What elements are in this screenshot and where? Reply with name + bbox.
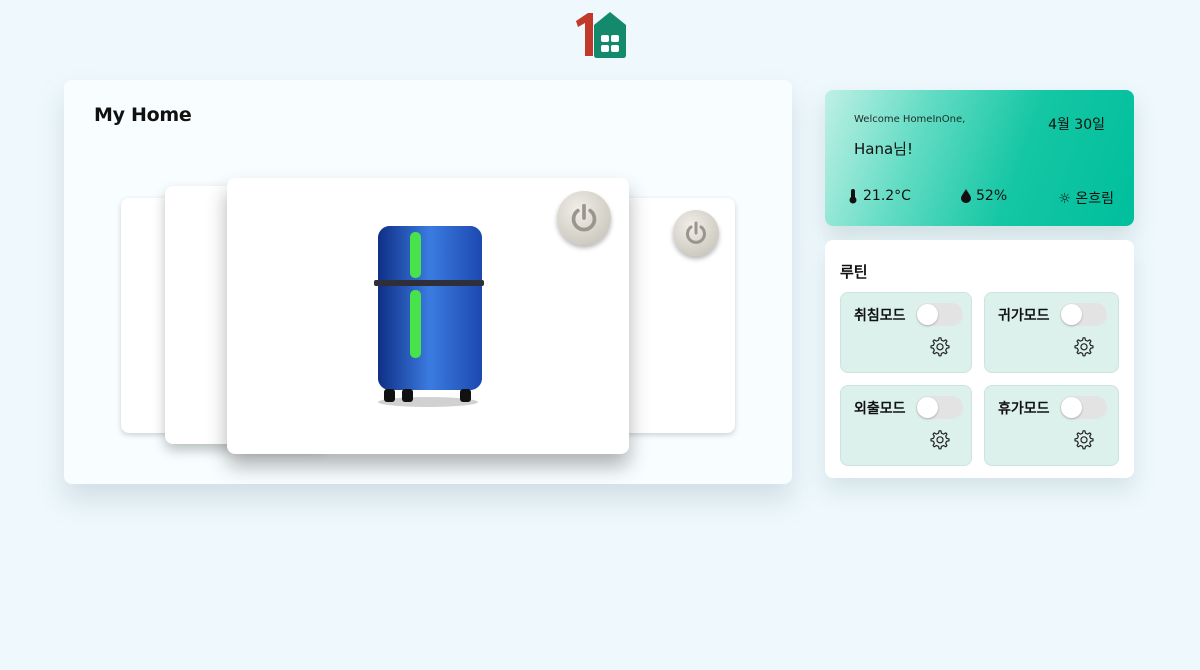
welcome-date: 4월 30일 [1048, 117, 1105, 133]
welcome-user-name: Hana님! [854, 140, 913, 158]
temperature-value: 21.2°C [863, 188, 911, 204]
my-home-title: My Home [94, 104, 192, 126]
device-card-selected[interactable] [227, 178, 629, 454]
thermometer-icon [849, 189, 857, 204]
droplet-icon [961, 189, 971, 203]
gear-icon[interactable] [929, 429, 951, 451]
gear-icon[interactable] [929, 336, 951, 358]
routine-card: 루틴 취침모드 귀가모드 외출모드 휴가모드 [825, 240, 1134, 478]
welcome-card: Welcome HomeInOne, 4월 30일 Hana님! 21.2°C … [825, 90, 1134, 226]
my-home-panel: My Home [64, 80, 792, 484]
routine-title: 루틴 [840, 263, 868, 281]
refrigerator-icon [374, 226, 484, 407]
toggle-knob [1061, 397, 1082, 418]
gear-icon[interactable] [1073, 429, 1095, 451]
mode-toggle[interactable] [1060, 396, 1107, 419]
routine-mode-away: 외출모드 [840, 385, 972, 466]
mode-label: 취침모드 [854, 308, 906, 324]
mode-toggle[interactable] [916, 396, 963, 419]
mode-label: 귀가모드 [998, 308, 1050, 324]
mode-toggle[interactable] [916, 303, 963, 326]
toggle-knob [917, 397, 938, 418]
routine-mode-vacation: 휴가모드 [984, 385, 1119, 466]
gear-icon[interactable] [1073, 336, 1095, 358]
humidity-reading: 52% [961, 188, 1007, 204]
power-icon[interactable] [673, 210, 719, 256]
temperature-reading: 21.2°C [848, 188, 911, 204]
mode-toggle[interactable] [1060, 303, 1107, 326]
toggle-knob [917, 304, 938, 325]
home-in-one-logo[interactable] [572, 9, 626, 59]
humidity-value: 52% [976, 188, 1008, 204]
mode-label: 휴가모드 [998, 401, 1050, 417]
routine-mode-sleep: 취침모드 [840, 292, 972, 373]
routine-mode-return-home: 귀가모드 [984, 292, 1119, 373]
welcome-greeting: Welcome HomeInOne, [854, 114, 966, 125]
weather-condition-text: ☼ 온흐림 [1058, 191, 1114, 207]
power-icon[interactable] [557, 191, 611, 245]
weather-condition: ☼ 온흐림 [1058, 188, 1114, 208]
mode-label: 외출모드 [854, 401, 906, 417]
toggle-knob [1061, 304, 1082, 325]
